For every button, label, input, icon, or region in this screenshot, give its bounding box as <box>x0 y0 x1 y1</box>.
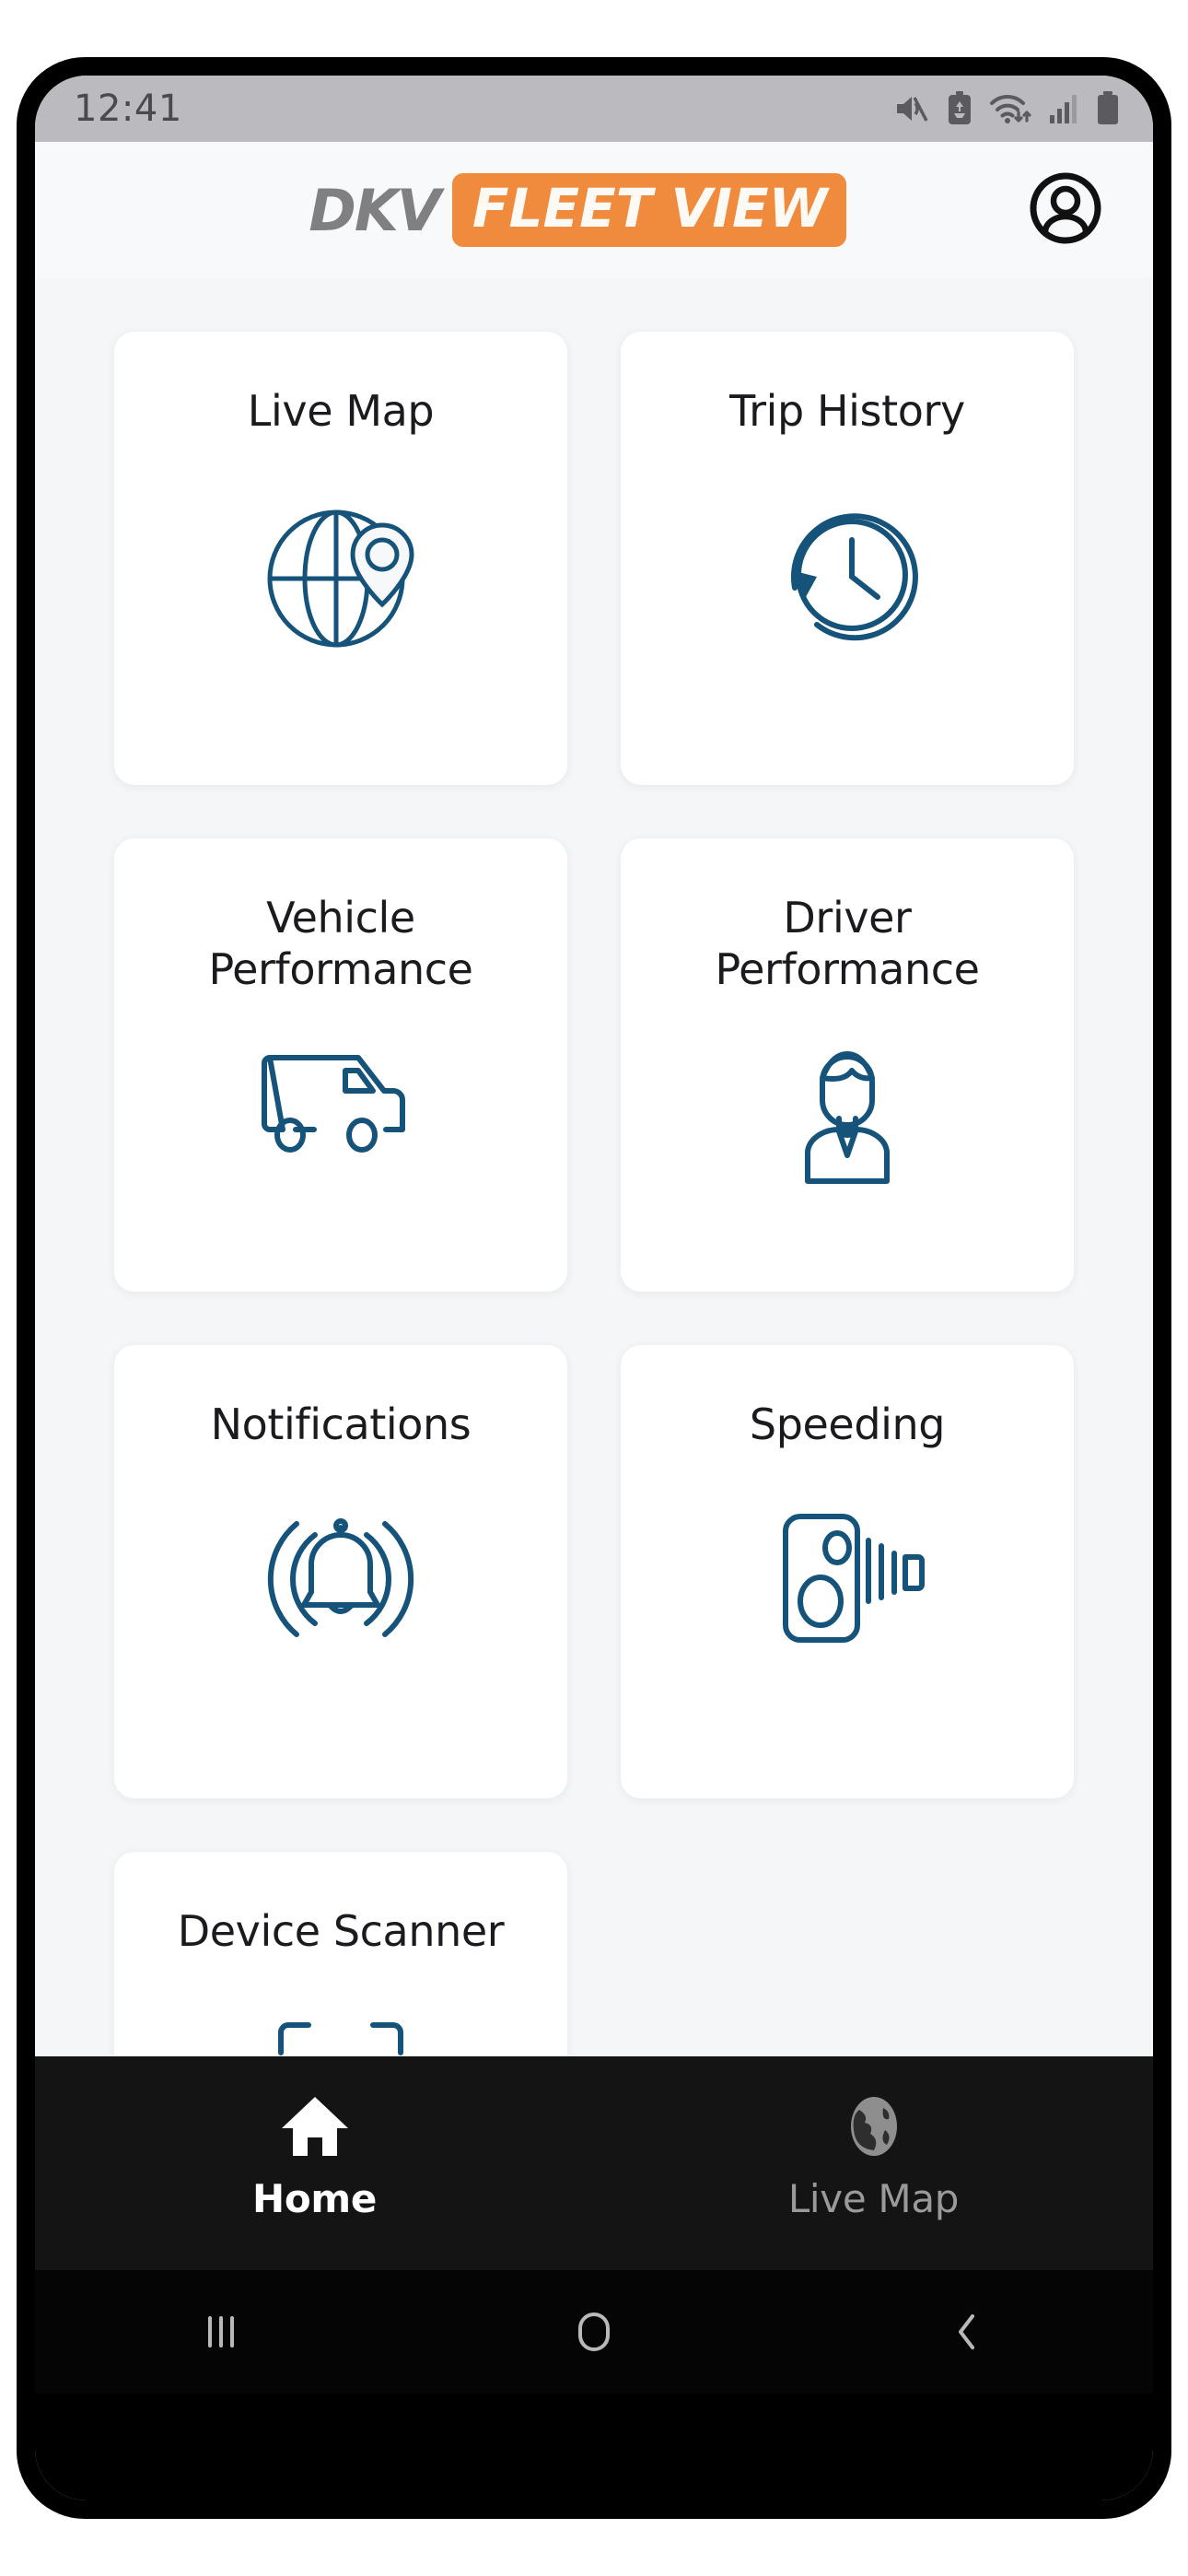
volume-mute-icon <box>893 92 930 125</box>
cellular-signal-icon <box>1049 93 1080 124</box>
driver-person-icon <box>778 1034 916 1190</box>
phone-frame: 12:41 DKV FLEET VIEW Live Map Trip Histo… <box>17 57 1171 2519</box>
home-icon <box>280 2093 350 2160</box>
brand-name-dkv: DKV <box>309 176 440 244</box>
battery-saver-icon <box>946 91 973 126</box>
tile-label: Speeding <box>749 1399 946 1449</box>
speed-camera-icon <box>760 1500 935 1657</box>
tile-device-scanner[interactable]: Device Scanner <box>114 1852 567 2056</box>
recents-button[interactable] <box>35 2311 408 2353</box>
tile-label: Notifications <box>210 1399 472 1449</box>
dashboard-tile-grid: Live Map Trip History Vehicle Performanc… <box>114 332 1074 2056</box>
back-button[interactable] <box>780 2309 1153 2355</box>
scanner-icon <box>262 2007 419 2056</box>
tile-speeding[interactable]: Speeding <box>621 1345 1074 1798</box>
battery-full-icon <box>1096 91 1120 126</box>
history-clock-icon <box>760 486 935 662</box>
tile-vehicle-performance[interactable]: Vehicle Performance <box>114 838 567 1292</box>
tile-driver-performance[interactable]: Driver Performance <box>621 838 1074 1292</box>
status-bar: 12:41 <box>35 76 1153 142</box>
status-bar-icons <box>893 91 1120 126</box>
brand-name-fleet-view: FLEET VIEW <box>451 173 846 247</box>
phone-screen: 12:41 DKV FLEET VIEW Live Map Trip Histo… <box>35 76 1153 2500</box>
tile-notifications[interactable]: Notifications <box>114 1345 567 1798</box>
nav-label: Home <box>251 2176 378 2221</box>
tile-trip-history[interactable]: Trip History <box>621 332 1074 785</box>
tile-live-map[interactable]: Live Map <box>114 332 567 785</box>
tile-label: Live Map <box>247 386 435 436</box>
tile-label: Device Scanner <box>177 1906 505 1956</box>
recents-icon <box>201 2311 241 2353</box>
bell-ringing-icon <box>249 1500 433 1657</box>
globe-pin-icon <box>253 486 428 662</box>
app-logo: DKV FLEET VIEW <box>309 173 846 247</box>
bottom-navigation-bar: Home Live Map <box>35 2056 1153 2270</box>
home-button[interactable] <box>408 2309 781 2355</box>
tile-label: Vehicle Performance <box>208 893 473 995</box>
wifi-transfer-icon <box>989 91 1033 126</box>
nav-item-home[interactable]: Home <box>35 2093 594 2221</box>
van-icon <box>253 1034 428 1163</box>
dashboard-scroll-area[interactable]: Live Map Trip History Vehicle Performanc… <box>35 278 1153 2056</box>
account-button[interactable] <box>1026 170 1105 250</box>
tile-label: Driver Performance <box>715 893 980 995</box>
system-nav-filler <box>35 2394 1153 2500</box>
home-circle-icon <box>572 2309 616 2355</box>
back-chevron-icon <box>949 2309 985 2355</box>
nav-item-live-map[interactable]: Live Map <box>594 2093 1153 2221</box>
globe-nav-icon <box>841 2093 907 2160</box>
app-header: DKV FLEET VIEW <box>35 142 1153 278</box>
nav-label: Live Map <box>787 2176 960 2221</box>
status-bar-clock: 12:41 <box>74 88 182 130</box>
android-system-nav <box>35 2270 1153 2394</box>
tile-label: Trip History <box>729 386 965 436</box>
account-circle-icon <box>1028 170 1103 251</box>
